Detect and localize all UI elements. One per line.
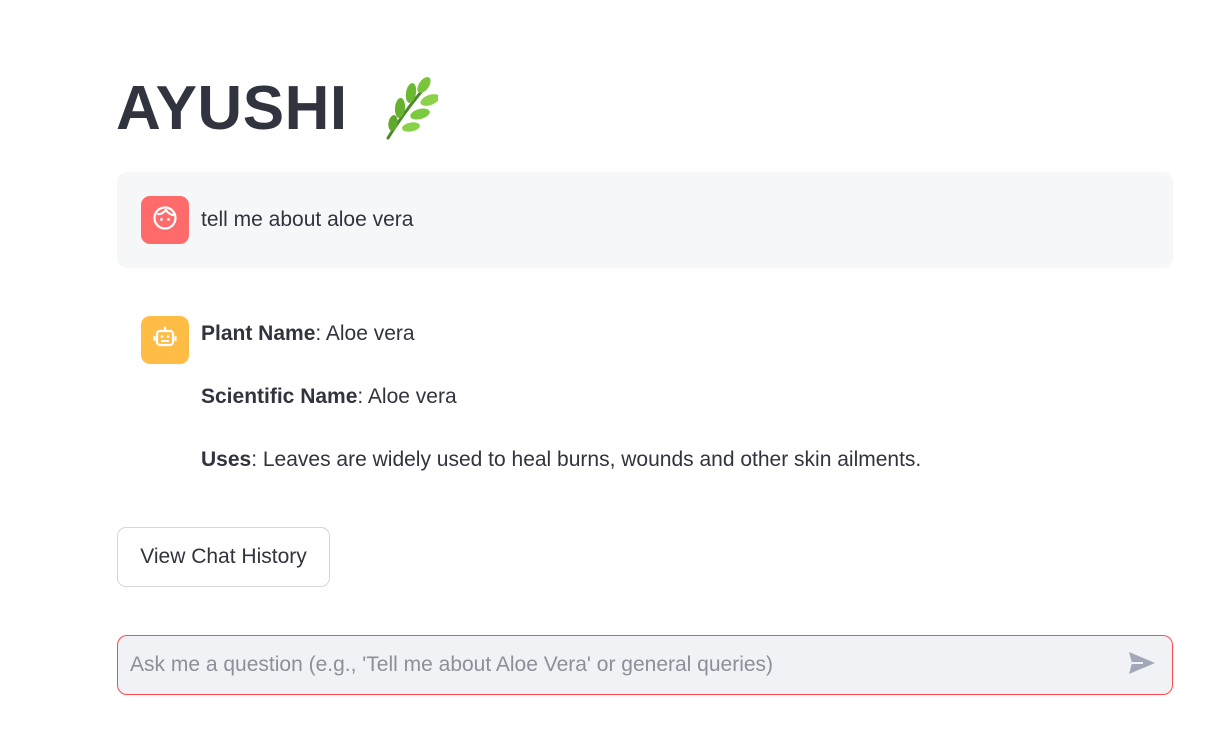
page-title: AYUSHI — [116, 74, 440, 143]
plant-name-line: Plant Name: Aloe vera — [201, 321, 921, 347]
robot-icon — [152, 325, 178, 356]
send-icon — [1127, 650, 1157, 681]
scientific-name-value: : Aloe vera — [357, 385, 457, 408]
herb-leaf-icon — [378, 76, 440, 142]
chat-input-container — [117, 635, 1173, 695]
page-title-text: AYUSHI — [116, 74, 348, 143]
assistant-message-body: Plant Name: Aloe vera Scientific Name: A… — [201, 321, 921, 473]
plant-name-value: : Aloe vera — [315, 322, 415, 345]
chat-message-assistant: Plant Name: Aloe vera Scientific Name: A… — [117, 300, 1173, 490]
user-face-icon — [152, 205, 178, 236]
user-avatar — [141, 196, 189, 244]
send-button[interactable] — [1126, 650, 1158, 680]
user-message-text: tell me about aloe vera — [201, 208, 414, 231]
plant-name-label: Plant Name — [201, 322, 316, 345]
uses-label: Uses — [201, 448, 252, 471]
chat-input[interactable] — [130, 636, 1110, 694]
view-chat-history-button[interactable]: View Chat History — [117, 527, 330, 587]
scientific-name-line: Scientific Name: Aloe vera — [201, 384, 921, 410]
assistant-avatar — [141, 316, 189, 364]
uses-value: : Leaves are widely used to heal burns, … — [251, 448, 922, 471]
uses-line: Uses: Leaves are widely used to heal bur… — [201, 447, 921, 473]
chat-message-user: tell me about aloe vera — [117, 172, 1173, 268]
scientific-name-label: Scientific Name — [201, 385, 358, 408]
